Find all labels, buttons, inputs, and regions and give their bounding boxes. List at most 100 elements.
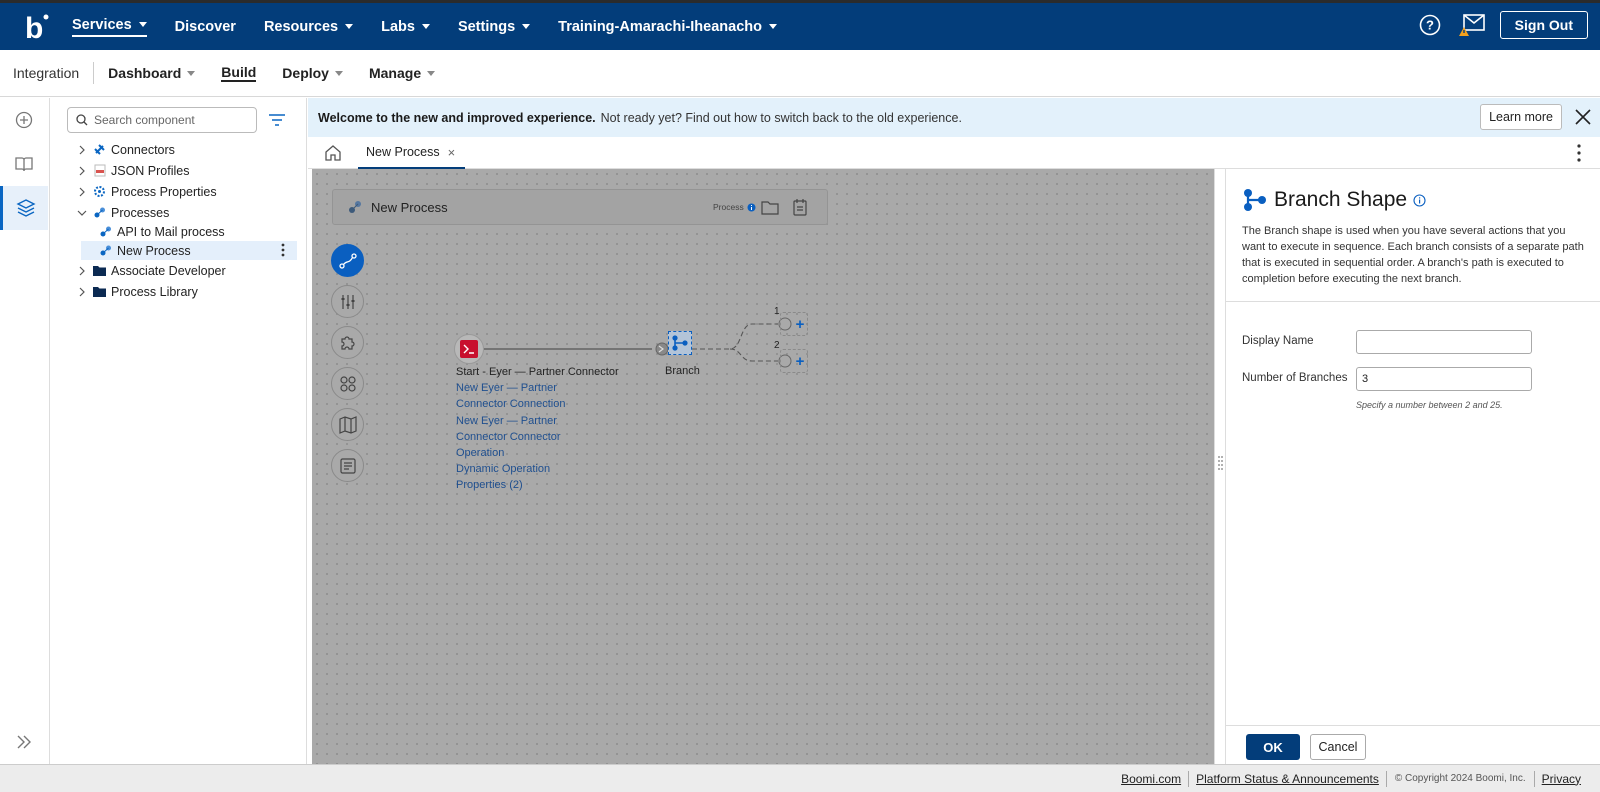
- create-component-button[interactable]: [0, 98, 48, 142]
- process-icon: [99, 225, 112, 238]
- tree-item-process-library[interactable]: Process Library: [77, 282, 198, 301]
- operation-link[interactable]: New Eyer — Partner: [456, 415, 557, 427]
- panel-resize-handle[interactable]: [1214, 169, 1226, 764]
- book-icon: [15, 157, 33, 172]
- chevron-right-icon[interactable]: [77, 266, 87, 276]
- number-of-branches-input[interactable]: [1356, 367, 1532, 391]
- operation-link[interactable]: Operation: [456, 447, 504, 459]
- folder-icon: [93, 264, 106, 277]
- divider: [1226, 301, 1600, 302]
- platform-status-link[interactable]: Platform Status & Announcements: [1189, 772, 1386, 786]
- chevron-right-icon[interactable]: [77, 145, 87, 155]
- search-icon: [76, 114, 88, 126]
- sub-navigation: Integration Dashboard Build Deploy Manag…: [0, 50, 1600, 97]
- chevron-down-icon: [421, 24, 430, 29]
- banner-message[interactable]: Not ready yet? Find out how to switch ba…: [601, 111, 962, 125]
- start-shape[interactable]: [454, 334, 484, 364]
- tree-item-json-profiles[interactable]: JSON Profiles: [77, 161, 190, 180]
- tab-new-process[interactable]: New Process ×: [358, 137, 466, 169]
- process-canvas[interactable]: New Process Process Start - Eyer — Partn…: [312, 169, 1214, 764]
- copyright-text: © Copyright 2024 Boomi, Inc.: [1394, 773, 1526, 784]
- search-box: [67, 107, 257, 133]
- welcome-banner: Welcome to the new and improved experien…: [308, 98, 1600, 137]
- tab-bar: New Process ×: [308, 137, 1600, 169]
- nav-account[interactable]: Training-Amarachi-Iheanacho: [558, 19, 777, 35]
- close-icon[interactable]: [1574, 108, 1592, 126]
- chevron-down-icon: [522, 24, 531, 29]
- branch-icon: [672, 335, 688, 351]
- folder-icon: [93, 285, 106, 298]
- number-of-branches-label: Number of Branches: [1242, 372, 1348, 384]
- process-icon: [93, 206, 106, 219]
- subnav-dashboard[interactable]: Dashboard: [108, 65, 196, 81]
- display-name-label: Display Name: [1242, 335, 1314, 347]
- component-explorer-button[interactable]: [0, 186, 48, 230]
- learn-more-button[interactable]: Learn more: [1480, 104, 1562, 130]
- section-label: Integration: [13, 62, 95, 84]
- panel-title: Branch Shape: [1242, 187, 1426, 213]
- tree-item-api-to-mail-process[interactable]: API to Mail process: [99, 222, 225, 241]
- privacy-link[interactable]: Privacy: [1535, 772, 1588, 786]
- branches-hint: Specify a number between 2 and 25.: [1356, 400, 1503, 410]
- operation-link[interactable]: Connector Connector: [456, 431, 561, 443]
- close-tab-icon[interactable]: ×: [448, 145, 456, 160]
- json-icon: [93, 164, 106, 177]
- connection-link[interactable]: New Eyer — Partner: [456, 382, 557, 394]
- add-shape-button[interactable]: +: [780, 312, 808, 336]
- chevron-right-icon[interactable]: [77, 187, 87, 197]
- subnav-build[interactable]: Build: [221, 64, 257, 82]
- filter-icon[interactable]: [267, 112, 287, 128]
- notifications-mail-icon[interactable]: [1458, 11, 1486, 39]
- chevron-down-icon[interactable]: [77, 208, 87, 218]
- nav-discover[interactable]: Discover: [175, 19, 236, 35]
- tree-item-new-process[interactable]: New Process: [81, 241, 297, 260]
- chevron-right-icon[interactable]: [77, 166, 87, 176]
- more-options-icon[interactable]: [1576, 143, 1582, 163]
- nav-labs[interactable]: Labs: [381, 19, 430, 35]
- left-rail: [0, 98, 50, 764]
- layers-icon: [15, 199, 36, 217]
- panel-description: The Branch shape is used when you have s…: [1242, 225, 1584, 285]
- connector-icon: [93, 143, 106, 156]
- tree-item-processes[interactable]: Processes: [77, 203, 169, 222]
- branch-shape[interactable]: [668, 331, 692, 355]
- tree-item-connectors[interactable]: Connectors: [77, 140, 175, 159]
- connection-link[interactable]: Connector Connection: [456, 398, 565, 410]
- ok-button[interactable]: OK: [1246, 734, 1300, 760]
- panel-footer: OK Cancel: [1226, 725, 1600, 764]
- home-icon[interactable]: [324, 144, 342, 162]
- nav-resources[interactable]: Resources: [264, 19, 354, 35]
- info-icon[interactable]: [1413, 193, 1426, 207]
- nav-settings[interactable]: Settings: [458, 19, 531, 35]
- svg-text:?: ?: [1426, 18, 1434, 33]
- branch-shape-label: Branch: [665, 365, 700, 377]
- subnav-manage[interactable]: Manage: [369, 65, 436, 81]
- drag-handle-icon: [1218, 456, 1223, 470]
- dynamic-properties-link[interactable]: Dynamic Operation: [456, 463, 550, 475]
- display-name-input[interactable]: [1356, 330, 1532, 354]
- component-tree-panel: Connectors JSON Profiles Process Propert…: [51, 98, 307, 764]
- add-shape-button[interactable]: +: [780, 349, 808, 373]
- cancel-button[interactable]: Cancel: [1310, 734, 1366, 760]
- subnav-deploy[interactable]: Deploy: [282, 65, 343, 81]
- boomi-link[interactable]: Boomi.com: [1114, 772, 1188, 786]
- tree-item-associate-developer[interactable]: Associate Developer: [77, 261, 226, 280]
- terminal-icon: [460, 340, 478, 358]
- svg-text:b: b: [25, 12, 43, 43]
- expand-rail-button[interactable]: [0, 720, 48, 764]
- top-navigation: b Services Discover Resources Labs Setti…: [0, 3, 1600, 50]
- help-icon[interactable]: ?: [1416, 11, 1444, 39]
- chevron-right-icon[interactable]: [77, 287, 87, 297]
- documentation-button[interactable]: [0, 142, 48, 186]
- dynamic-properties-link[interactable]: Properties (2): [456, 479, 523, 491]
- chevron-down-icon: [187, 70, 196, 76]
- more-options-icon[interactable]: [281, 243, 285, 260]
- tree-item-process-properties[interactable]: Process Properties: [77, 182, 217, 201]
- search-component-input[interactable]: [94, 113, 244, 127]
- boomi-logo[interactable]: b: [22, 11, 52, 45]
- nav-services[interactable]: Services: [72, 17, 147, 37]
- sign-out-button[interactable]: Sign Out: [1499, 11, 1588, 39]
- chevron-down-icon: [769, 24, 777, 29]
- chevron-down-icon: [345, 24, 354, 29]
- process-icon: [99, 244, 112, 257]
